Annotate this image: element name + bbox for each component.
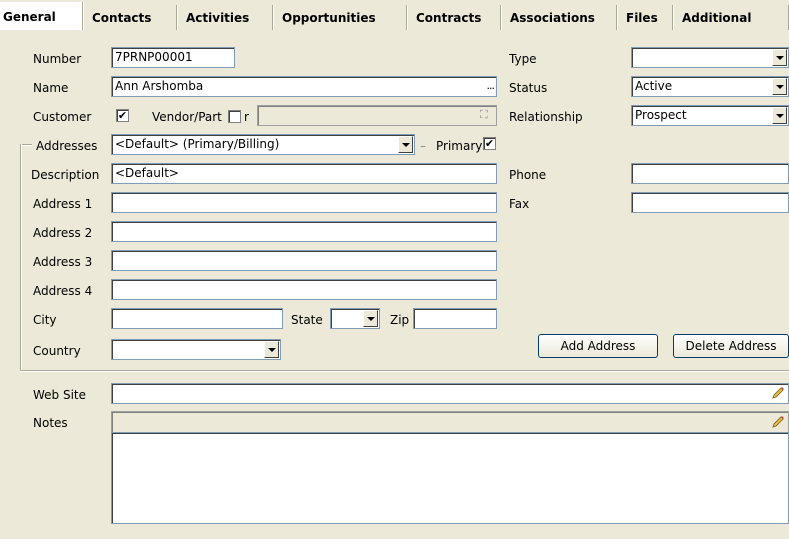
edit-pencil-icon[interactable] bbox=[771, 386, 785, 400]
chevron-down-icon[interactable] bbox=[772, 49, 787, 66]
addresses-dash: – bbox=[420, 139, 426, 153]
number-field[interactable]: 7PRNP00001 bbox=[111, 47, 235, 68]
delete-address-button[interactable]: Delete Address bbox=[673, 334, 789, 358]
addresses-group-border-bottom bbox=[20, 370, 789, 371]
state-select[interactable] bbox=[330, 308, 380, 329]
tab-opportunities[interactable]: Opportunities bbox=[274, 5, 408, 31]
tab-contacts[interactable]: Contacts bbox=[84, 5, 178, 31]
address4-label: Address 4 bbox=[33, 284, 93, 298]
addresses-value: <Default> (Primary/Billing) bbox=[115, 137, 280, 151]
description-field[interactable]: <Default> bbox=[111, 163, 497, 184]
chevron-down-icon[interactable] bbox=[772, 78, 787, 95]
customer-label: Customer bbox=[33, 110, 92, 124]
number-label: Number bbox=[33, 52, 82, 66]
country-label: Country bbox=[33, 344, 81, 358]
primary-label: Primary bbox=[436, 139, 483, 153]
customer-checkbox[interactable]: ✔ bbox=[116, 109, 129, 122]
chevron-down-icon[interactable] bbox=[363, 310, 378, 327]
tab-additional[interactable]: Additional bbox=[674, 5, 789, 31]
zip-field[interactable] bbox=[413, 308, 497, 329]
relationship-select[interactable]: Prospect bbox=[631, 105, 789, 126]
chevron-down-icon[interactable] bbox=[264, 341, 279, 358]
addresses-label: Addresses bbox=[36, 139, 98, 153]
tab-files[interactable]: Files bbox=[618, 5, 674, 31]
vendor-partner-checkbox[interactable] bbox=[228, 110, 241, 123]
tab-contracts[interactable]: Contracts bbox=[408, 5, 502, 31]
primary-checkbox[interactable]: ✔ bbox=[483, 137, 496, 150]
address4-field[interactable] bbox=[111, 279, 497, 300]
vendor-partner-field: ⛶ bbox=[257, 105, 497, 126]
relationship-value: Prospect bbox=[635, 108, 687, 122]
fax-label: Fax bbox=[509, 197, 530, 211]
zip-label: Zip bbox=[390, 313, 410, 327]
tab-associations[interactable]: Associations bbox=[502, 5, 618, 31]
notes-label: Notes bbox=[33, 416, 68, 430]
city-label: City bbox=[33, 313, 57, 327]
type-select[interactable] bbox=[631, 47, 789, 68]
address2-field[interactable] bbox=[111, 221, 497, 242]
name-field[interactable]: Ann Arshomba ... bbox=[111, 76, 497, 97]
vendor-partner-label-suffix: r bbox=[244, 110, 249, 124]
edit-pencil-icon[interactable] bbox=[771, 415, 785, 429]
add-address-button[interactable]: Add Address bbox=[538, 334, 658, 358]
address2-label: Address 2 bbox=[33, 226, 93, 240]
type-label: Type bbox=[509, 52, 537, 66]
status-select[interactable]: Active bbox=[631, 76, 789, 97]
description-label: Description bbox=[31, 168, 100, 182]
name-browse-button[interactable]: ... bbox=[487, 79, 495, 93]
address3-label: Address 3 bbox=[33, 255, 93, 269]
addresses-group-border-left bbox=[20, 144, 21, 370]
binoculars-icon: ⛶ bbox=[480, 108, 488, 121]
name-label: Name bbox=[33, 81, 69, 95]
phone-field[interactable] bbox=[631, 163, 789, 184]
addresses-group-border bbox=[20, 144, 32, 145]
tab-general[interactable]: General bbox=[0, 2, 84, 31]
relationship-label: Relationship bbox=[509, 110, 583, 124]
tab-activities[interactable]: Activities bbox=[178, 5, 274, 31]
tab-bar: General Contacts Activities Opportunitie… bbox=[0, 0, 789, 31]
city-field[interactable] bbox=[111, 308, 283, 329]
chevron-down-icon[interactable] bbox=[772, 107, 787, 124]
status-label: Status bbox=[509, 81, 548, 95]
address1-field[interactable] bbox=[111, 192, 497, 213]
vendor-partner-label: Vendor/Part bbox=[152, 110, 222, 124]
fax-field[interactable] bbox=[631, 192, 789, 213]
address3-field[interactable] bbox=[111, 250, 497, 271]
address1-label: Address 1 bbox=[33, 197, 93, 211]
notes-toolbar bbox=[111, 411, 789, 433]
addresses-select[interactable]: <Default> (Primary/Billing) bbox=[111, 134, 415, 155]
phone-label: Phone bbox=[509, 168, 547, 182]
country-select[interactable] bbox=[111, 339, 281, 360]
chevron-down-icon[interactable] bbox=[398, 136, 413, 153]
website-label: Web Site bbox=[33, 388, 87, 402]
name-value: Ann Arshomba bbox=[115, 79, 204, 93]
website-field[interactable] bbox=[111, 383, 789, 404]
status-value: Active bbox=[635, 79, 673, 93]
state-label: State bbox=[291, 313, 323, 327]
notes-textarea[interactable] bbox=[111, 432, 789, 524]
